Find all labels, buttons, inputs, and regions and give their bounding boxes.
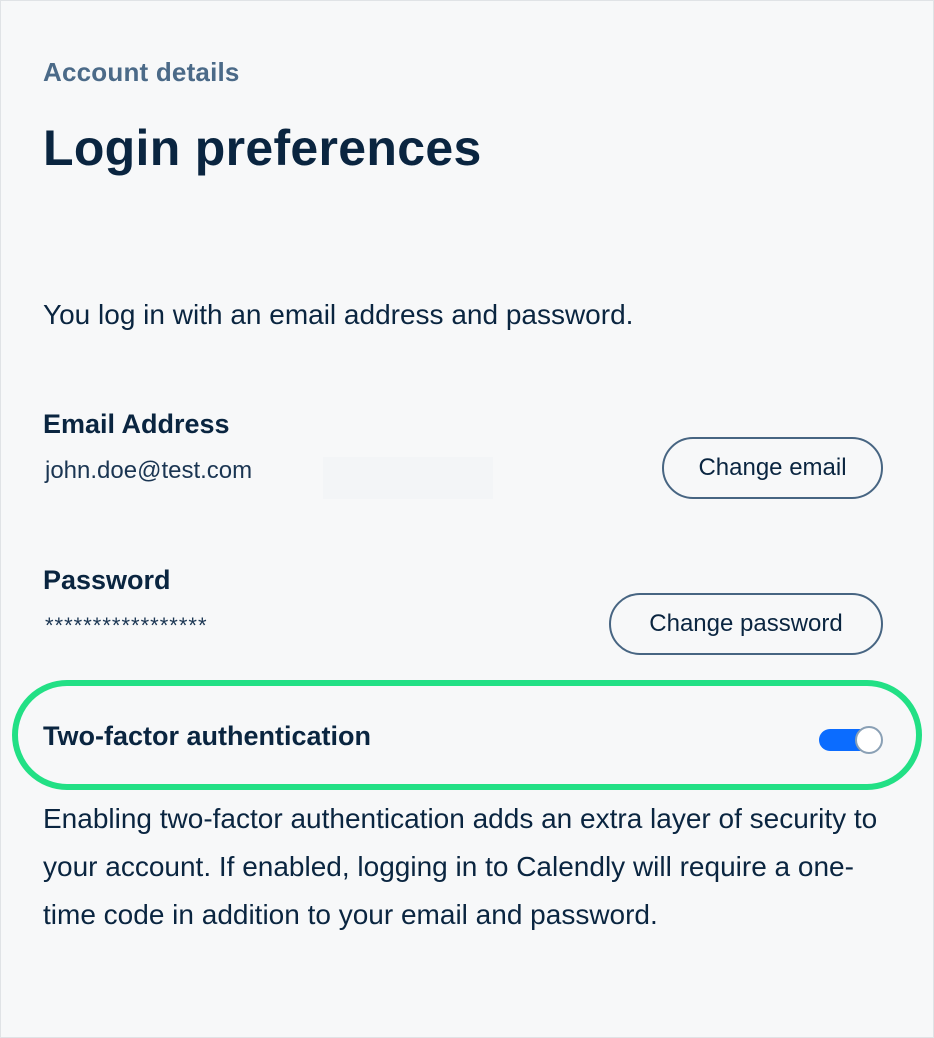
two-factor-toggle[interactable] — [819, 726, 883, 754]
toggle-knob — [855, 726, 883, 754]
login-method-text: You log in with an email address and pas… — [43, 299, 634, 330]
password-value: ***************** — [45, 613, 208, 638]
two-factor-label: Two-factor authentication — [43, 721, 371, 751]
two-factor-description: Enabling two-factor authentication adds … — [43, 803, 878, 930]
breadcrumb[interactable]: Account details — [43, 57, 240, 88]
change-email-button[interactable]: Change email — [662, 437, 883, 499]
login-preferences-panel: Account details Login preferences You lo… — [0, 0, 934, 1038]
change-password-button[interactable]: Change password — [609, 593, 883, 655]
redacted-area — [323, 457, 493, 499]
email-address-label: Email Address — [43, 409, 230, 439]
password-label: Password — [43, 565, 171, 595]
page-title: Login preferences — [43, 120, 482, 176]
email-address-value: john.doe@test.com — [45, 457, 253, 484]
